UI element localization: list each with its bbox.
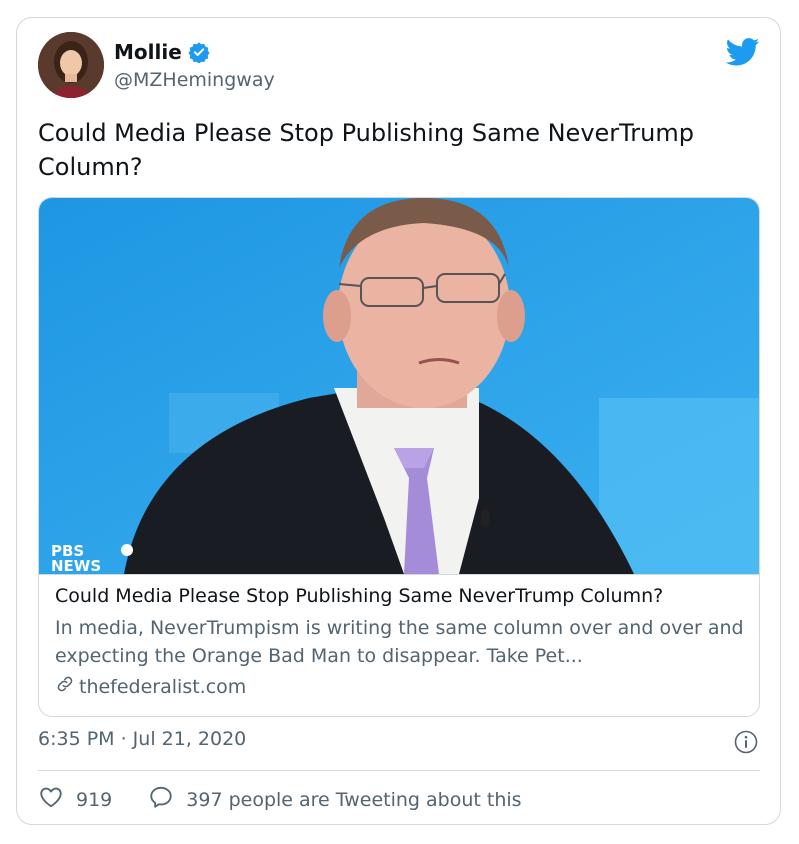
news-logo-text: NEWS <box>51 557 102 575</box>
link-preview-domain[interactable]: thefederalist.com <box>55 674 246 699</box>
link-preview-title[interactable]: Could Media Please Stop Publishing Same … <box>55 585 663 607</box>
link-preview-image[interactable]: PBS NEWS <box>39 198 759 574</box>
info-icon[interactable] <box>734 730 758 754</box>
link-domain-text[interactable]: thefederalist.com <box>79 676 246 698</box>
author-handle[interactable]: @MZHemingway <box>114 69 275 91</box>
tweet-text: Could Media Please Stop Publishing Same … <box>38 119 694 181</box>
like-count[interactable]: 919 <box>76 789 112 811</box>
verified-badge-icon <box>188 41 210 64</box>
link-preview-description: In media, NeverTrumpism is writing the s… <box>55 617 744 667</box>
link-icon <box>55 674 75 699</box>
heart-icon[interactable] <box>38 784 64 815</box>
author-display-name[interactable]: Mollie <box>114 40 182 64</box>
link-preview-text[interactable]: Could Media Please Stop Publishing Same … <box>39 574 759 716</box>
like-action[interactable]: 919 <box>38 784 112 815</box>
tweet-actions: 919 397 people are Tweeting about this <box>38 784 558 815</box>
author-name-row[interactable]: Mollie <box>114 40 210 64</box>
divider <box>38 770 760 771</box>
conversation-action[interactable]: 397 people are Tweeting about this <box>148 784 522 815</box>
conversation-text[interactable]: 397 people are Tweeting about this <box>186 789 521 811</box>
twitter-bird-icon[interactable] <box>725 38 760 66</box>
avatar[interactable] <box>38 32 104 98</box>
reply-bubble-icon[interactable] <box>148 784 174 815</box>
pbs-news-logo: PBS NEWS <box>51 544 101 574</box>
tweet-timestamp[interactable]: 6:35 PM · Jul 21, 2020 <box>38 728 246 750</box>
tweet-embed-card: Mollie @MZHemingway Could Media Please S… <box>16 17 781 825</box>
link-preview-card[interactable]: PBS NEWS Could Media Please Stop Publish… <box>38 197 760 717</box>
